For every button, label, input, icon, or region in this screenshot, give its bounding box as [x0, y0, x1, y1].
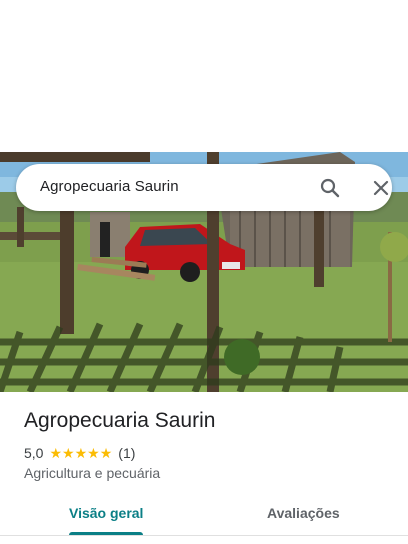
review-count[interactable]: (1): [118, 445, 135, 461]
rating-row[interactable]: 5,0 ★ ★ ★ ★ ★ (1): [24, 444, 135, 462]
place-title: Agropecuaria Saurin: [24, 409, 216, 432]
place-category[interactable]: Agricultura e pecuária: [24, 465, 160, 481]
tabs-divider: [0, 535, 408, 536]
tab-reviews[interactable]: Avaliações: [267, 505, 340, 521]
star-icon: ★: [74, 445, 88, 461]
star-icon: ★: [62, 445, 75, 461]
search-input[interactable]: Agropecuaria Saurin: [40, 178, 179, 195]
rating-value: 5,0: [24, 445, 44, 461]
star-icon: ★: [99, 445, 113, 461]
rating-stars: ★ ★ ★ ★ ★: [49, 446, 112, 460]
search-icon[interactable]: [318, 176, 342, 200]
star-icon: ★: [49, 445, 63, 461]
tab-overview[interactable]: Visão geral: [69, 505, 143, 521]
close-icon[interactable]: [369, 176, 393, 200]
star-icon: ★: [87, 445, 100, 461]
search-bar[interactable]: Agropecuaria Saurin: [16, 164, 392, 211]
top-blank-area: [0, 0, 408, 152]
